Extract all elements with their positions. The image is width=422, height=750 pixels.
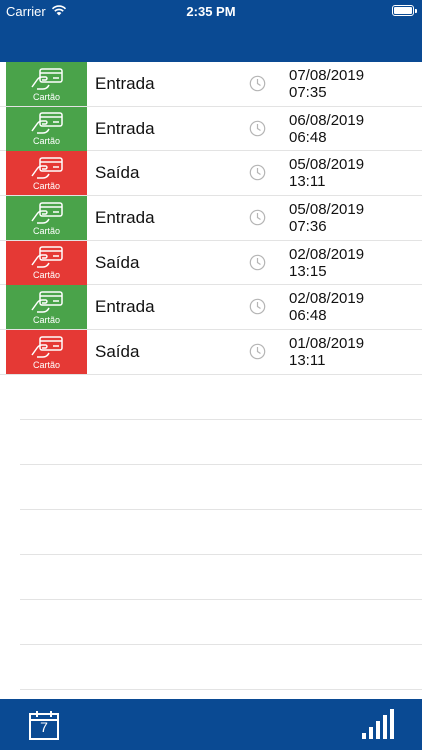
record-datetime: 06/08/2019 06:48	[289, 112, 364, 146]
clock-icon	[249, 209, 266, 226]
record-type: Saída	[95, 163, 140, 183]
record-row[interactable]: Cartão Saída 05/08/2019 13:11	[0, 151, 422, 197]
record-time: 13:11	[289, 352, 326, 370]
record-type: Entrada	[95, 74, 155, 93]
record-datetime: 07/08/2019 07:35	[289, 67, 364, 101]
record-datetime: 02/08/2019 06:48	[289, 290, 364, 324]
record-type: Entrada	[95, 208, 155, 228]
card-hand-icon	[30, 201, 63, 224]
record-date: 05/08/2019	[289, 156, 365, 174]
record-row[interactable]: Cartão Entrada 05/08/2019 07:36	[0, 196, 422, 241]
record-date: 02/08/2019	[289, 290, 365, 308]
card-hand-icon	[30, 335, 63, 358]
records-list: Cartão Entrada 07/08/2019 07:35 Cartão E…	[0, 62, 422, 690]
badge-label: Cartão	[32, 225, 60, 236]
record-type: Saída	[95, 252, 140, 272]
record-row[interactable]: Cartão Entrada 07/08/2019 07:35	[0, 62, 422, 107]
card-badge: Cartão	[6, 151, 87, 196]
record-datetime: 01/08/2019 13:11	[289, 335, 364, 369]
clock-icon	[249, 75, 266, 92]
badge-label: Cartão	[32, 136, 60, 147]
record-time: 06:48	[289, 307, 327, 325]
record-date: 05/08/2019	[289, 201, 365, 219]
record-row[interactable]: Cartão Saída 01/08/2019 13:11	[0, 330, 422, 375]
record-datetime: 02/08/2019 13:15	[289, 246, 364, 280]
record-date: 02/08/2019	[289, 245, 365, 263]
record-row[interactable]: Cartão Entrada 02/08/2019 06:48	[0, 285, 422, 331]
record-time: 06:48	[289, 128, 327, 146]
badge-label: Cartão	[32, 359, 60, 370]
empty-row	[20, 420, 422, 465]
card-hand-icon	[30, 67, 63, 90]
record-date: 07/08/2019	[289, 67, 365, 84]
card-hand-icon	[30, 291, 63, 313]
record-time: 13:11	[289, 173, 326, 191]
top-navigation-bar: Carrier 2:35 PM	[0, 0, 422, 62]
record-time: 07:36	[289, 218, 327, 236]
status-bar: Carrier 2:35 PM	[0, 0, 422, 22]
record-type: Entrada	[95, 118, 155, 138]
record-time: 13:15	[289, 262, 327, 280]
calendar-day-number: 7	[40, 719, 48, 735]
record-datetime: 05/08/2019 07:36	[289, 201, 364, 235]
card-badge: Cartão	[6, 106, 87, 151]
record-type: Entrada	[95, 297, 155, 317]
empty-row	[20, 600, 422, 645]
card-badge: Cartão	[6, 196, 87, 241]
badge-label: Cartão	[32, 91, 60, 102]
badge-label: Cartão	[32, 314, 60, 325]
empty-row	[20, 375, 422, 420]
empty-row	[20, 645, 422, 690]
clock-icon	[249, 120, 266, 136]
badge-label: Cartão	[32, 270, 60, 281]
clock-icon	[249, 343, 266, 360]
card-badge: Cartão	[6, 330, 87, 375]
badge-label: Cartão	[32, 180, 60, 191]
card-badge: Cartão	[6, 62, 87, 106]
clock-icon	[249, 299, 266, 315]
empty-row	[20, 465, 422, 510]
record-date: 01/08/2019	[289, 335, 365, 353]
record-row[interactable]: Cartão Saída 02/08/2019 13:15	[0, 240, 422, 286]
status-time: 2:35 PM	[186, 4, 236, 19]
battery-icon	[392, 5, 417, 16]
card-hand-icon	[30, 112, 63, 134]
record-date: 06/08/2019	[289, 111, 365, 129]
record-type: Saída	[95, 342, 140, 362]
record-time: 07:35	[289, 84, 327, 101]
record-row[interactable]: Cartão Entrada 06/08/2019 06:48	[0, 106, 422, 152]
empty-row	[20, 510, 422, 555]
card-hand-icon	[30, 157, 63, 179]
clock-icon	[249, 254, 266, 271]
bottom-tab-bar: 7	[0, 699, 422, 750]
empty-row	[20, 555, 422, 600]
card-hand-icon	[30, 246, 63, 268]
card-badge: Cartão	[6, 285, 87, 330]
record-datetime: 05/08/2019 13:11	[289, 156, 364, 190]
clock-icon	[249, 165, 266, 181]
card-badge: Cartão	[6, 240, 87, 285]
signal-bars-icon[interactable]	[362, 709, 394, 739]
